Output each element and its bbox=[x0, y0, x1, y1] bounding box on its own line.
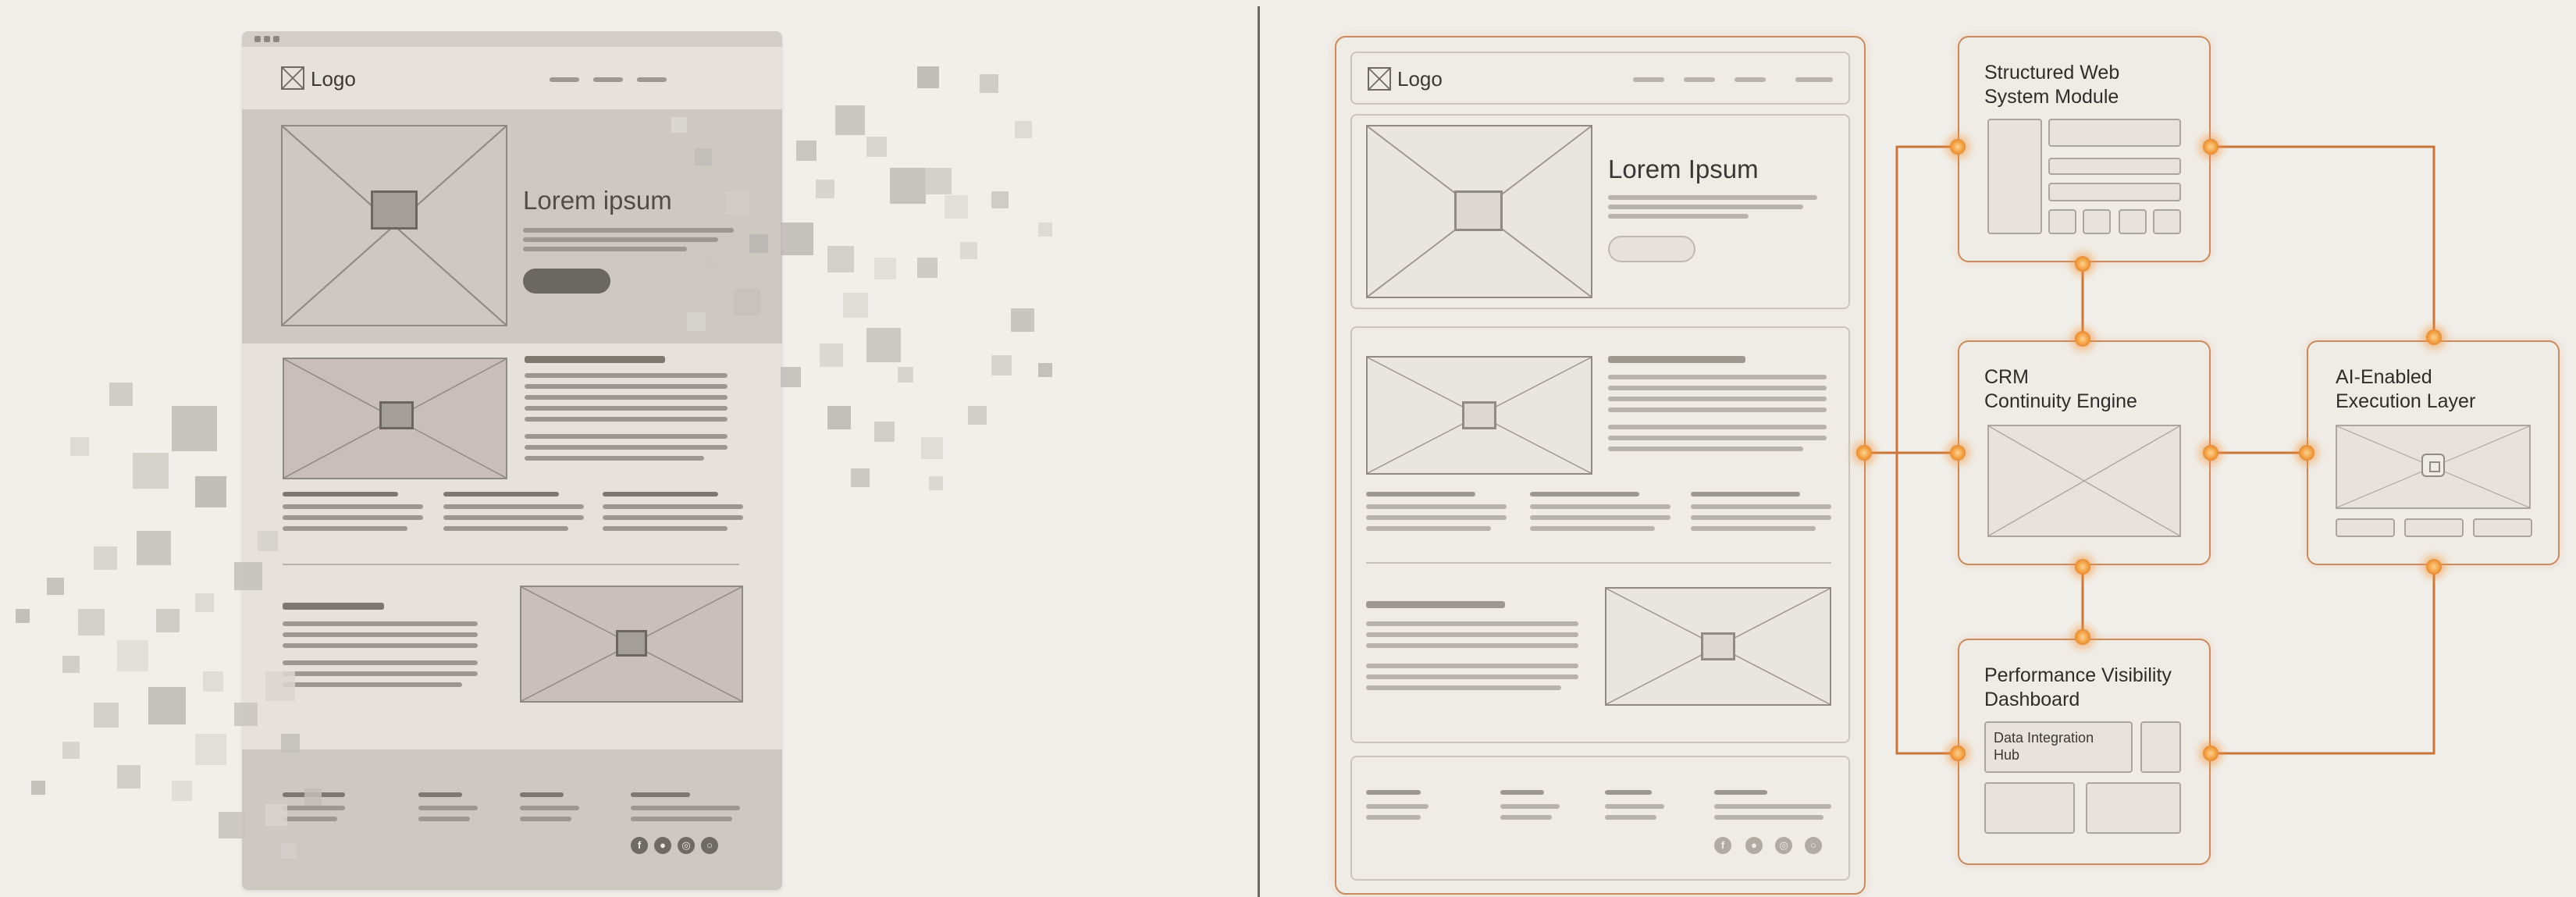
cta-button[interactable] bbox=[1608, 236, 1695, 262]
ai-action-block bbox=[2336, 518, 2395, 537]
connector-node bbox=[2203, 445, 2218, 461]
sidebar-block bbox=[1987, 119, 2042, 234]
content-block bbox=[2048, 158, 2181, 175]
connector-node bbox=[2203, 746, 2218, 761]
ai-action-block bbox=[2473, 518, 2532, 537]
text-line bbox=[1608, 397, 1827, 401]
connector-node bbox=[1950, 139, 1966, 155]
tile-block bbox=[2119, 209, 2147, 234]
connector-node bbox=[2426, 329, 2442, 345]
text-line bbox=[1608, 195, 1817, 200]
text-line bbox=[1366, 685, 1561, 690]
footer-link[interactable] bbox=[1714, 790, 1767, 795]
logo-icon bbox=[1368, 67, 1391, 91]
twitter-icon[interactable]: ● bbox=[1745, 837, 1763, 854]
connector-node bbox=[1950, 746, 1966, 761]
hub-label: Data Integration Hub bbox=[1994, 730, 2094, 763]
connector-node bbox=[1856, 445, 1872, 461]
content-block bbox=[2048, 183, 2181, 201]
dashboard-block bbox=[2140, 721, 2181, 773]
text-line bbox=[1366, 643, 1578, 648]
text-line bbox=[1530, 492, 1639, 497]
text-line bbox=[1608, 205, 1803, 209]
facebook-icon[interactable]: f bbox=[1714, 837, 1731, 854]
image-icon bbox=[1701, 632, 1735, 660]
nav-link[interactable] bbox=[1684, 77, 1715, 82]
text-line bbox=[1608, 447, 1803, 451]
instagram-icon[interactable]: ◎ bbox=[1775, 837, 1792, 854]
nav-link[interactable] bbox=[1735, 77, 1766, 82]
hero-title: Lorem Ipsum bbox=[1608, 155, 1759, 183]
chip-icon bbox=[2421, 454, 2445, 477]
footer-link[interactable] bbox=[1605, 804, 1664, 809]
connector-node bbox=[2426, 559, 2442, 575]
connector-node bbox=[2075, 256, 2090, 272]
crm-image-placeholder bbox=[1987, 425, 2181, 537]
text-line bbox=[1366, 515, 1507, 520]
connector-node bbox=[2075, 559, 2090, 575]
connector-node bbox=[2075, 629, 2090, 645]
text-line bbox=[1530, 526, 1655, 531]
text-line bbox=[1691, 492, 1800, 497]
connector-node bbox=[2075, 331, 2090, 347]
image-icon bbox=[1454, 190, 1503, 231]
nav-link[interactable] bbox=[1795, 77, 1833, 82]
text-line bbox=[1366, 664, 1578, 668]
dashboard-block bbox=[1984, 782, 2075, 834]
connector-node bbox=[2203, 139, 2218, 155]
image-icon bbox=[1462, 401, 1496, 429]
content-block bbox=[2048, 119, 2181, 147]
text-line bbox=[1366, 675, 1578, 679]
text-line bbox=[1366, 504, 1507, 509]
logo-text: Logo bbox=[1397, 67, 1443, 91]
text-line bbox=[1691, 526, 1816, 531]
footer-link[interactable] bbox=[1366, 804, 1429, 809]
dashboard-block bbox=[2086, 782, 2181, 834]
text-line bbox=[1366, 526, 1491, 531]
text-line bbox=[1608, 436, 1827, 440]
tile-block bbox=[2048, 209, 2076, 234]
footer-link[interactable] bbox=[1714, 815, 1823, 820]
text-line bbox=[1366, 601, 1505, 608]
module-title: Performance Visibility Dashboard bbox=[1984, 664, 2172, 710]
module-title: Structured Web System Module bbox=[1984, 62, 2120, 108]
text-line bbox=[1530, 515, 1670, 520]
footer-link[interactable] bbox=[1500, 815, 1552, 820]
text-line bbox=[1608, 356, 1745, 363]
text-line bbox=[1366, 492, 1475, 497]
text-line bbox=[1366, 632, 1578, 637]
text-line bbox=[1608, 425, 1827, 429]
tile-block bbox=[2083, 209, 2111, 234]
footer-link[interactable] bbox=[1366, 815, 1421, 820]
text-line bbox=[1691, 504, 1831, 509]
connector-node bbox=[1950, 445, 1966, 461]
chip-core bbox=[2429, 461, 2440, 472]
nav-link[interactable] bbox=[1633, 77, 1664, 82]
text-line bbox=[1530, 504, 1670, 509]
text-line bbox=[1608, 386, 1827, 390]
footer-link[interactable] bbox=[1500, 804, 1560, 809]
divider-line bbox=[1366, 562, 1831, 564]
text-line bbox=[1608, 408, 1827, 412]
ai-action-block bbox=[2404, 518, 2464, 537]
footer-link[interactable] bbox=[1605, 815, 1656, 820]
globe-icon[interactable]: ○ bbox=[1805, 837, 1822, 854]
module-title: AI-Enabled Execution Layer bbox=[2336, 366, 2476, 412]
text-line bbox=[1691, 515, 1831, 520]
footer-link[interactable] bbox=[1605, 790, 1652, 795]
module-title: CRM Continuity Engine bbox=[1984, 366, 2137, 412]
text-line bbox=[1608, 375, 1827, 379]
text-line bbox=[1608, 214, 1749, 219]
tile-block bbox=[2153, 209, 2181, 234]
footer-link[interactable] bbox=[1714, 804, 1831, 809]
footer-link[interactable] bbox=[1366, 790, 1421, 795]
connector-node bbox=[2299, 445, 2314, 461]
footer-link[interactable] bbox=[1500, 790, 1544, 795]
text-line bbox=[1366, 621, 1578, 626]
